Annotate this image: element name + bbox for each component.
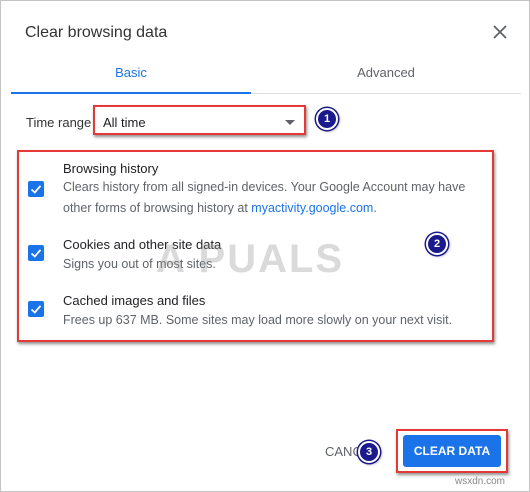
highlight-box-options xyxy=(17,150,494,342)
highlight-box-time-range xyxy=(93,105,306,135)
close-icon[interactable] xyxy=(491,23,509,41)
highlight-box-clear xyxy=(396,429,508,473)
cancel-button[interactable]: CANC xyxy=(325,444,362,459)
tab-basic[interactable]: Basic xyxy=(11,53,251,94)
tab-bar: Basic Advanced xyxy=(11,53,521,94)
dialog-title: Clear browsing data xyxy=(25,24,168,41)
time-range-label: Time range xyxy=(26,115,92,130)
marker-2: 2 xyxy=(426,233,448,255)
marker-1: 1 xyxy=(316,108,338,130)
tab-advanced[interactable]: Advanced xyxy=(266,53,506,93)
marker-3: 3 xyxy=(358,441,380,463)
footer-watermark: wsxdn.com xyxy=(455,476,506,487)
clear-browsing-data-dialog: Clear browsing data Basic Advanced Time … xyxy=(0,0,530,492)
